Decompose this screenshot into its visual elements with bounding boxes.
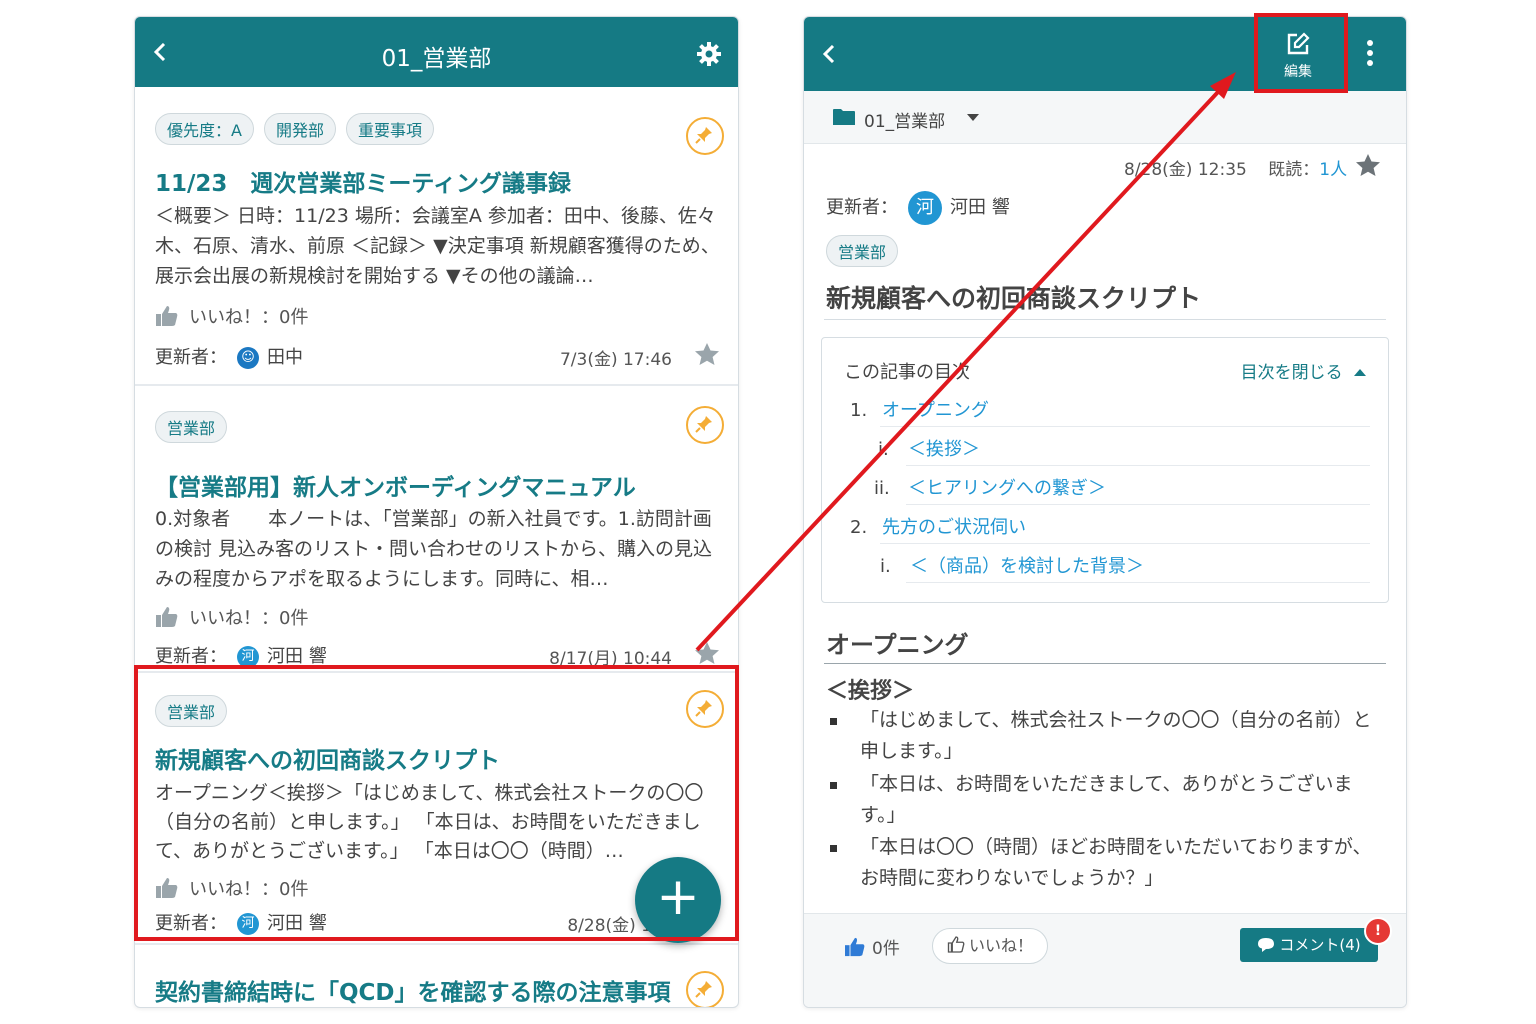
red-arrow-annotation — [695, 72, 1236, 652]
